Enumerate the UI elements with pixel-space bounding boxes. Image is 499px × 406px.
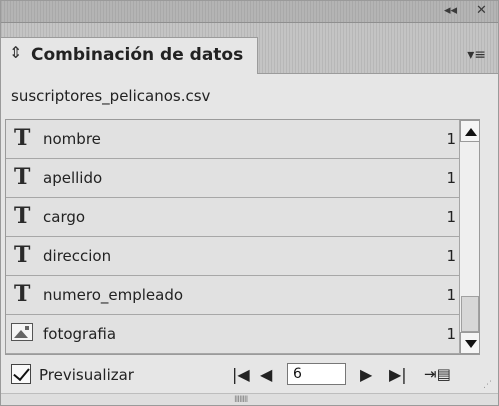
text-field-icon: T [14,203,31,229]
image-sun-shape [25,326,29,330]
last-record-icon[interactable]: ▶| [389,365,407,384]
double-left-arrow-icon[interactable]: ◂◂ [444,3,457,18]
field-count: 1 [446,208,456,226]
text-field-icon: T [14,125,31,151]
field-name: direccion [43,247,112,265]
panel-title-bar[interactable]: ◂◂ ✕ [1,1,498,23]
field-name: numero_empleado [43,286,184,304]
previous-record-icon[interactable]: ◀ [260,365,272,384]
field-row-cargo[interactable]: T cargo 1 [6,198,459,237]
field-row-direccion[interactable]: T direccion 1 [6,237,459,276]
updown-arrows-icon[interactable]: ⇕ [9,43,22,62]
field-count: 1 [446,325,456,343]
create-merged-document-icon[interactable]: ⇥▤ [424,365,451,383]
data-source-filename: suscriptores_pelicanos.csv [11,87,211,105]
image-field-icon [11,323,33,341]
field-row-fotografia[interactable]: fotografia 1 [6,315,459,354]
scroll-up-arrow-icon[interactable] [460,120,479,142]
preview-label[interactable]: Previsualizar [39,366,134,384]
scrollbar-thumb[interactable] [461,296,479,332]
field-count: 1 [446,130,456,148]
panel-footer: Previsualizar |◀ ◀ ▶ ▶| ⇥▤ ⋰ [1,357,498,393]
preview-checkbox[interactable] [11,364,31,384]
field-row-nombre[interactable]: T nombre 1 [6,120,459,159]
tab-title: Combinación de datos [31,45,244,65]
next-record-icon[interactable]: ▶ [360,365,372,384]
field-name: cargo [43,208,86,226]
record-number-input[interactable] [287,363,346,385]
panel-resize-handle-icon[interactable]: IIIIIIII [234,395,248,405]
resize-grip-icon[interactable]: ⋰ [483,381,492,390]
scroll-down-arrow-icon[interactable] [460,332,479,354]
field-name: fotografia [43,325,117,343]
tab-data-merge[interactable]: ⇕ Combinación de datos [1,37,258,74]
field-count: 1 [446,169,456,187]
text-field-icon: T [14,164,31,190]
field-name: apellido [43,169,103,187]
text-field-icon: T [14,281,31,307]
panel-menu-icon[interactable]: ▾≡ [467,47,486,63]
panel-bottom-strip: IIIIIIII [1,393,498,405]
image-mountain-shape [14,330,28,338]
field-name: nombre [43,130,101,148]
field-count: 1 [446,247,456,265]
vertical-scrollbar[interactable] [459,120,479,354]
field-list: T nombre 1 T apellido 1 T cargo 1 T dire… [5,119,480,355]
field-count: 1 [446,286,456,304]
text-field-icon: T [14,242,31,268]
close-icon[interactable]: ✕ [476,3,487,18]
field-row-numero-empleado[interactable]: T numero_empleado 1 [6,276,459,315]
first-record-icon[interactable]: |◀ [232,365,250,384]
panel-tab-row: ⇕ Combinación de datos ▾≡ [1,23,498,74]
field-row-apellido[interactable]: T apellido 1 [6,159,459,198]
data-merge-panel: ◂◂ ✕ ⇕ Combinación de datos ▾≡ suscripto… [0,0,499,406]
